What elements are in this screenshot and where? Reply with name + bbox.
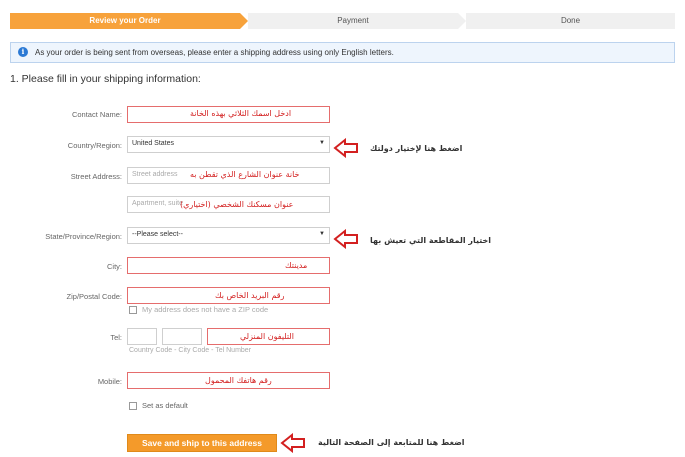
set-default-checkbox[interactable]	[129, 402, 137, 410]
street-annotation: خانة عنوان الشارع الذي تقطن به	[190, 170, 300, 179]
street-label: Street Address:	[70, 172, 122, 181]
country-annotation: اضغط هنا لإختيار دولتك	[370, 144, 463, 153]
tel-hint: Country Code - City Code - Tel Number	[129, 347, 252, 354]
no-zip-checkbox[interactable]	[129, 306, 137, 314]
left-arrow-icon	[280, 433, 305, 453]
overseas-notice: i As your order is being sent from overs…	[10, 42, 675, 63]
left-arrow-icon	[333, 229, 358, 249]
submit-annotation: اضغط هنا للمتابعة إلى الصفحة التالية	[318, 438, 465, 447]
city-label: City:	[107, 262, 122, 271]
save-and-ship-button[interactable]: Save and ship to this address	[127, 434, 277, 452]
step-payment: Payment	[248, 13, 458, 29]
zip-label: Zip/Postal Code:	[66, 292, 122, 301]
street-placeholder: Street address	[132, 171, 178, 178]
section-heading: 1. Please fill in your shipping informat…	[10, 73, 201, 85]
tel-annotation: التليفون المنزلي	[240, 332, 294, 341]
tel-label: Tel:	[110, 333, 122, 342]
city-annotation: مدينتك	[285, 261, 308, 270]
notice-text: As your order is being sent from oversea…	[35, 48, 394, 57]
tel-city-code-input[interactable]	[162, 328, 202, 345]
state-select[interactable]: --Please select-- ▼	[127, 227, 330, 244]
tel-country-code-input[interactable]	[127, 328, 157, 345]
country-selected-value: United States	[132, 140, 175, 147]
apartment-annotation: عنوان مسكنك الشخصي (اختياري)	[180, 200, 294, 209]
step-done: Done	[466, 13, 675, 29]
progress-steps: Review your Order Payment Done	[10, 13, 675, 29]
state-label: State/Province/Region:	[45, 232, 122, 241]
country-select[interactable]: United States ▼	[127, 136, 330, 153]
contact-annotation: ادخل اسمك الثلاثي بهذه الخانة	[190, 109, 292, 118]
contact-name-label: Contact Name:	[71, 110, 122, 119]
dropdown-caret-icon: ▼	[319, 140, 325, 146]
info-icon: i	[18, 47, 28, 57]
left-arrow-icon	[333, 138, 358, 158]
state-selected-value: --Please select--	[132, 231, 183, 238]
country-label: Country/Region:	[67, 141, 122, 150]
mobile-label: Mobile:	[97, 377, 122, 386]
state-annotation: اختيار المقاطعة التي تعيش بها	[370, 236, 492, 245]
step-arrow	[240, 13, 248, 29]
step-arrow	[458, 13, 466, 29]
zip-annotation: رقم البريد الخاص بك	[215, 291, 285, 300]
dropdown-caret-icon: ▼	[319, 231, 325, 237]
mobile-annotation: رقم هاتفك المحمول	[205, 376, 272, 385]
apartment-placeholder: Apartment, suite	[132, 200, 183, 207]
set-default-label: Set as default	[142, 401, 188, 410]
step-review-order: Review your Order	[10, 13, 240, 29]
no-zip-label: My address does not have a ZIP code	[142, 305, 269, 314]
